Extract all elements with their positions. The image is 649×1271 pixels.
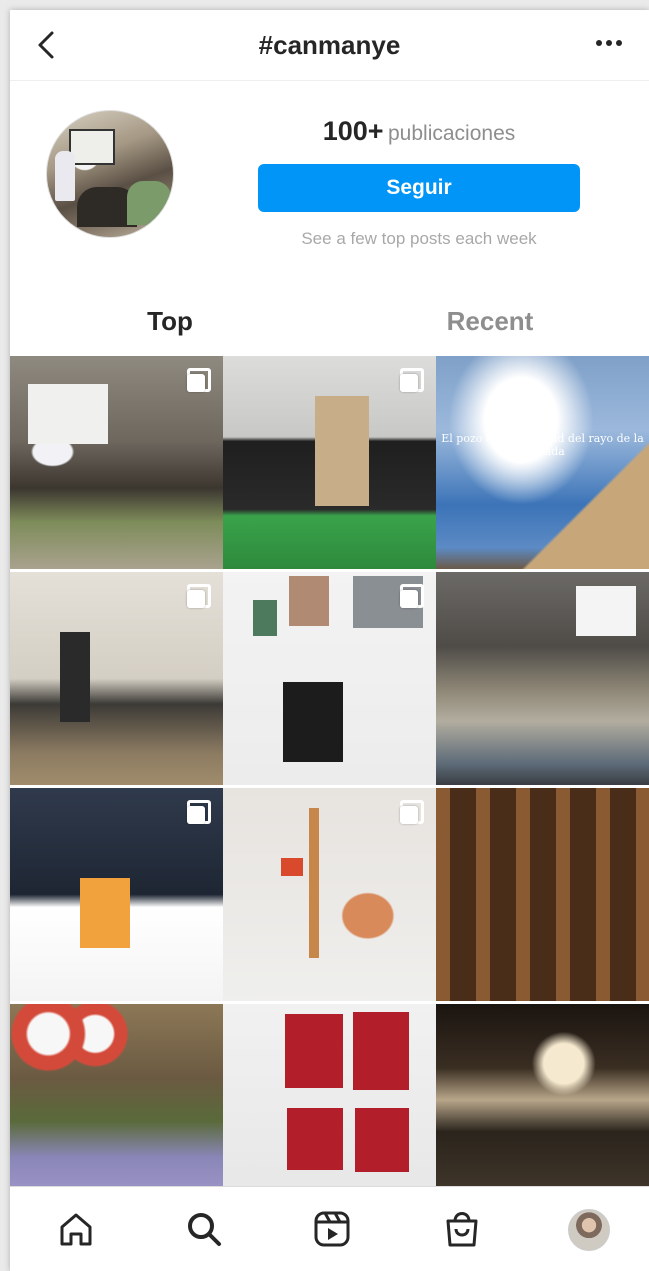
feed-tabs: Top Recent — [10, 290, 649, 356]
grid-post[interactable] — [10, 572, 223, 785]
top-posts-hint: See a few top posts each week — [301, 229, 537, 248]
multi-post-icon — [400, 800, 424, 824]
multi-post-icon — [400, 584, 424, 608]
app-screen: #canmanye 100+ publicaciones Seguir See … — [10, 10, 649, 1271]
multi-post-icon — [187, 800, 211, 824]
header-divider — [10, 80, 649, 81]
grid-post[interactable] — [223, 356, 436, 569]
header: #canmanye — [10, 10, 649, 80]
grid-post[interactable] — [10, 788, 223, 1001]
hashtag-avatar — [46, 110, 174, 238]
multi-post-icon — [187, 368, 211, 392]
grid-post[interactable] — [436, 788, 649, 1001]
bottom-nav — [10, 1186, 649, 1271]
home-icon[interactable] — [54, 1207, 98, 1251]
profile-avatar[interactable] — [568, 1209, 610, 1251]
tab-recent[interactable]: Recent — [330, 290, 649, 356]
reels-icon[interactable] — [310, 1207, 354, 1251]
follow-button[interactable]: Seguir — [258, 164, 580, 212]
posts-count-number: 100+ — [322, 116, 384, 146]
more-horizontal-icon[interactable] — [589, 28, 629, 58]
posts-count-label: publicaciones — [388, 122, 516, 145]
post-overlay-text: El pozo de la felicidad del rayo de la c… — [441, 432, 644, 458]
posts-count: 100+ publicaciones — [258, 116, 580, 147]
search-icon[interactable] — [182, 1207, 226, 1251]
shop-icon[interactable] — [440, 1207, 484, 1251]
grid-post[interactable] — [10, 356, 223, 569]
grid-post[interactable]: El pozo de la felicidad del rayo de la c… — [436, 356, 649, 569]
page-title: #canmanye — [258, 30, 401, 60]
post-grid: El pozo de la felicidad del rayo de la c… — [10, 356, 649, 1217]
multi-post-icon — [400, 368, 424, 392]
grid-post[interactable] — [223, 572, 436, 785]
grid-post[interactable] — [436, 572, 649, 785]
tab-top[interactable]: Top — [10, 290, 330, 356]
grid-post[interactable] — [223, 788, 436, 1001]
multi-post-icon — [187, 584, 211, 608]
